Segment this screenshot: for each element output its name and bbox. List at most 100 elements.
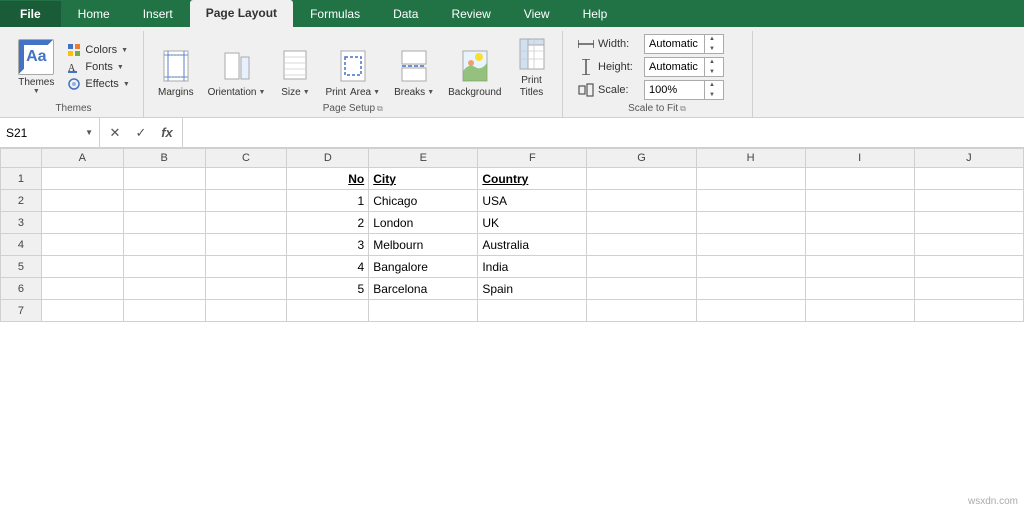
cell-h2[interactable] <box>696 190 805 212</box>
row-header-7[interactable]: 7 <box>1 300 42 322</box>
tab-page-layout[interactable]: Page Layout <box>190 0 293 27</box>
cell-a6[interactable] <box>41 278 123 300</box>
scale-up-arrow[interactable]: ▲ <box>705 80 719 90</box>
cell-j6[interactable] <box>914 278 1023 300</box>
cell-j7[interactable] <box>914 300 1023 322</box>
formula-cancel-btn[interactable]: ✕ <box>106 125 124 141</box>
col-header-i[interactable]: I <box>805 149 914 168</box>
row-header-2[interactable]: 2 <box>1 190 42 212</box>
cell-f3[interactable]: UK <box>478 212 587 234</box>
cell-e2[interactable]: Chicago <box>369 190 478 212</box>
cell-g7[interactable] <box>587 300 696 322</box>
col-header-e[interactable]: E <box>369 149 478 168</box>
cell-f6[interactable]: Spain <box>478 278 587 300</box>
cell-j5[interactable] <box>914 256 1023 278</box>
orientation-button[interactable]: Orientation ▼ <box>202 33 272 101</box>
col-header-a[interactable]: A <box>41 149 123 168</box>
cell-a4[interactable] <box>41 234 123 256</box>
cell-b4[interactable] <box>123 234 205 256</box>
cell-d5[interactable]: 4 <box>287 256 369 278</box>
cell-a2[interactable] <box>41 190 123 212</box>
cell-f1[interactable]: Country <box>478 168 587 190</box>
cell-b7[interactable] <box>123 300 205 322</box>
cell-e6[interactable]: Barcelona <box>369 278 478 300</box>
cell-j2[interactable] <box>914 190 1023 212</box>
height-up-arrow[interactable]: ▲ <box>705 57 719 67</box>
tab-insert[interactable]: Insert <box>127 1 189 27</box>
cell-g1[interactable] <box>587 168 696 190</box>
cell-c2[interactable] <box>205 190 287 212</box>
cell-i1[interactable] <box>805 168 914 190</box>
cell-i4[interactable] <box>805 234 914 256</box>
width-down-arrow[interactable]: ▼ <box>705 44 719 54</box>
formula-input[interactable] <box>183 118 1024 147</box>
cell-c7[interactable] <box>205 300 287 322</box>
cell-i2[interactable] <box>805 190 914 212</box>
cell-b1[interactable] <box>123 168 205 190</box>
row-header-4[interactable]: 4 <box>1 234 42 256</box>
cell-d2[interactable]: 1 <box>287 190 369 212</box>
breaks-button[interactable]: Breaks ▼ <box>388 33 440 101</box>
cell-g5[interactable] <box>587 256 696 278</box>
cell-b2[interactable] <box>123 190 205 212</box>
cell-h3[interactable] <box>696 212 805 234</box>
cell-d1[interactable]: No <box>287 168 369 190</box>
cell-i3[interactable] <box>805 212 914 234</box>
effects-button[interactable]: Effects ▼ <box>64 76 132 92</box>
print-area-button[interactable]: PrintArea ▼ <box>319 33 386 101</box>
cell-g6[interactable] <box>587 278 696 300</box>
tab-formulas[interactable]: Formulas <box>294 1 376 27</box>
scale-down-arrow[interactable]: ▼ <box>705 90 719 100</box>
tab-data[interactable]: Data <box>377 1 434 27</box>
height-input[interactable]: Automatic ▲ ▼ <box>644 57 724 77</box>
col-header-h[interactable]: H <box>696 149 805 168</box>
cell-d4[interactable]: 3 <box>287 234 369 256</box>
scale-expand-icon[interactable]: ⧉ <box>680 104 686 114</box>
cell-a3[interactable] <box>41 212 123 234</box>
cell-c5[interactable] <box>205 256 287 278</box>
row-header-3[interactable]: 3 <box>1 212 42 234</box>
cell-e1[interactable]: City <box>369 168 478 190</box>
cell-h1[interactable] <box>696 168 805 190</box>
cell-e7[interactable] <box>369 300 478 322</box>
cell-i6[interactable] <box>805 278 914 300</box>
scale-input[interactable]: 100% ▲ ▼ <box>644 80 724 100</box>
cell-b6[interactable] <box>123 278 205 300</box>
tab-help[interactable]: Help <box>567 1 624 27</box>
background-button[interactable]: Background <box>442 33 507 101</box>
cell-h4[interactable] <box>696 234 805 256</box>
cell-c3[interactable] <box>205 212 287 234</box>
cell-a5[interactable] <box>41 256 123 278</box>
cell-f4[interactable]: Australia <box>478 234 587 256</box>
cell-a7[interactable] <box>41 300 123 322</box>
formula-insert-function-btn[interactable]: fx <box>158 125 176 140</box>
cell-i7[interactable] <box>805 300 914 322</box>
cell-e4[interactable]: Melbourn <box>369 234 478 256</box>
cell-e5[interactable]: Bangalore <box>369 256 478 278</box>
cell-h5[interactable] <box>696 256 805 278</box>
colors-button[interactable]: Colors ▼ <box>64 42 132 58</box>
tab-review[interactable]: Review <box>435 1 506 27</box>
cell-c1[interactable] <box>205 168 287 190</box>
cell-h6[interactable] <box>696 278 805 300</box>
height-down-arrow[interactable]: ▼ <box>705 67 719 77</box>
cell-g4[interactable] <box>587 234 696 256</box>
cell-d6[interactable]: 5 <box>287 278 369 300</box>
row-header-1[interactable]: 1 <box>1 168 42 190</box>
cell-h7[interactable] <box>696 300 805 322</box>
col-header-d[interactable]: D <box>287 149 369 168</box>
formula-confirm-btn[interactable]: ✓ <box>132 125 150 141</box>
size-button[interactable]: Size ▼ <box>273 33 317 101</box>
cell-g2[interactable] <box>587 190 696 212</box>
col-header-j[interactable]: J <box>914 149 1023 168</box>
cell-ref-dropdown[interactable]: ▼ <box>85 128 93 137</box>
tab-home[interactable]: Home <box>62 1 126 27</box>
fonts-button[interactable]: A Fonts ▼ <box>64 59 132 75</box>
col-header-f[interactable]: F <box>478 149 587 168</box>
cell-j4[interactable] <box>914 234 1023 256</box>
cell-i5[interactable] <box>805 256 914 278</box>
col-header-b[interactable]: B <box>123 149 205 168</box>
themes-button[interactable]: Aa Themes ▼ <box>14 37 58 97</box>
cell-d7[interactable] <box>287 300 369 322</box>
print-titles-button[interactable]: PrintTitles <box>510 33 554 101</box>
